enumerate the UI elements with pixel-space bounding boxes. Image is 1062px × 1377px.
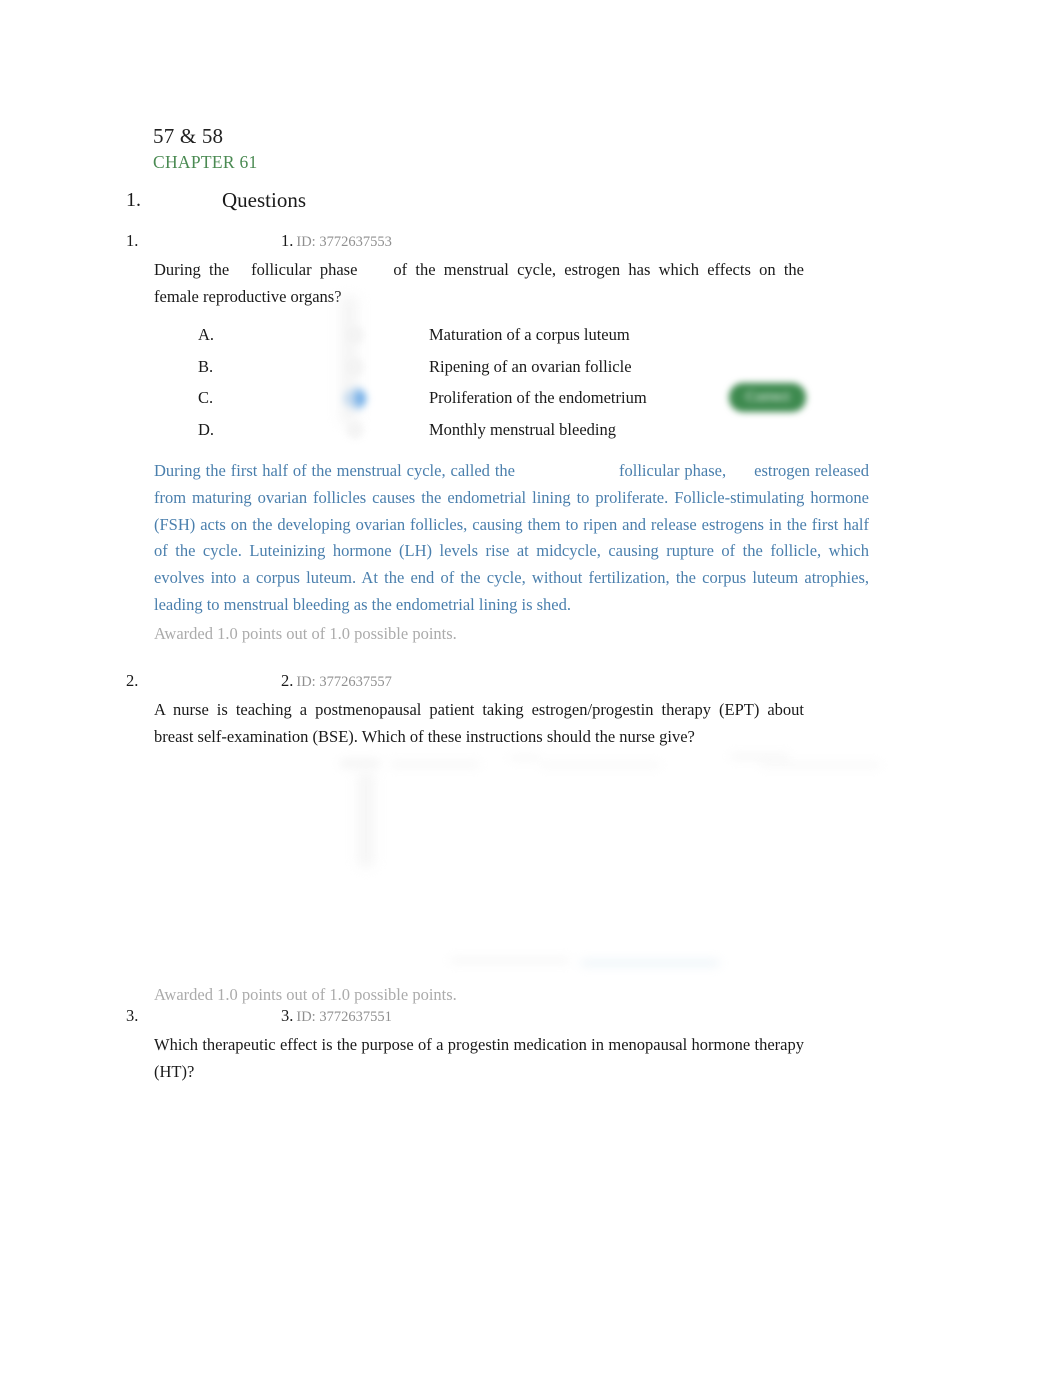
question-1-outer-number: 1. (126, 231, 139, 250)
section-title: Questions (222, 188, 306, 212)
question-block-3: 3. 3. ID: 3772637551 Which therapeutic eff… (126, 1005, 956, 1085)
question-3-text: Which therapeutic effect is the purpose … (154, 1035, 804, 1081)
status-badge-correct: Correct (729, 383, 807, 412)
explanation-emphasis: follicular phase, (619, 461, 727, 480)
question-2-outer-number: 2. (126, 671, 139, 690)
option-row-a[interactable]: A. Maturation of a corpus luteum (198, 322, 898, 354)
question-2-inner-number: 2. (281, 671, 294, 690)
question-1-text-emphasis: follicular phase (251, 260, 358, 279)
question-2-header: 2. 2. ID: 3772637557 (126, 670, 956, 692)
question-1-text: During the follicular phase of the menstru… (154, 257, 804, 310)
question-3-inner-number: 3. (281, 1006, 294, 1025)
question-1-text-part1: During the (154, 260, 230, 279)
question-1-id: ID: 3772637553 (296, 234, 392, 250)
section-heading: 1. Questions (126, 186, 926, 214)
option-row-b[interactable]: B. Ripening of an ovarian follicle (198, 354, 898, 386)
section-number: 1. (126, 189, 141, 211)
question-2-awarded-block: Awarded 1.0 points out of 1.0 possible p… (126, 980, 956, 1007)
option-text-c: Proliferation of the endometrium (429, 388, 647, 407)
chapter-label: CHAPTER 61 (153, 152, 258, 172)
redacted-answers-region (330, 752, 890, 977)
radio-button-d[interactable] (346, 420, 364, 439)
option-letter-c: C. (198, 388, 214, 407)
question-1-options: A. Maturation of a corpus luteum B. Ripe… (198, 322, 898, 448)
option-letter-a: A. (198, 325, 215, 344)
explanation-part1: During the first half of the menstrual c… (154, 461, 516, 480)
option-letter-b: B. (198, 356, 214, 376)
option-text-d: Monthly menstrual bleeding (429, 419, 616, 439)
option-text-b: Ripening of an ovarian follicle (429, 356, 632, 376)
option-row-d[interactable]: D. Monthly menstrual bleeding (198, 417, 898, 449)
explanation-part2: estrogen released from maturing ovarian … (154, 461, 870, 614)
radio-button-a[interactable] (346, 326, 364, 344)
question-1-explanation: During the first half of the menstrual c… (154, 458, 869, 619)
option-text-a: Maturation of a corpus luteum (429, 325, 630, 344)
question-1-inner-number: 1. (281, 231, 294, 250)
question-3-id: ID: 3772637551 (296, 1009, 392, 1025)
document-header: 57 & 58 CHAPTER 61 (153, 123, 913, 174)
question-2-id: ID: 3772637557 (296, 674, 392, 690)
document-page: 57 & 58 CHAPTER 61 1. Questions 1. 1. ID: 3… (0, 0, 1062, 1377)
question-3-outer-number: 3. (126, 1006, 139, 1025)
radio-button-b[interactable] (346, 357, 364, 376)
question-3-header: 3. 3. ID: 3772637551 (126, 1005, 956, 1027)
question-2-awarded: Awarded 1.0 points out of 1.0 possible p… (154, 985, 457, 1004)
radio-button-c-selected[interactable] (344, 387, 367, 410)
option-row-c[interactable]: C. Proliferation of the endometrium Corr… (198, 383, 898, 417)
option-letter-d: D. (198, 419, 215, 439)
question-block-1: 1. 1. ID: 3772637553 During the follicular … (126, 230, 956, 646)
question-1-awarded: Awarded 1.0 points out of 1.0 possible p… (154, 623, 457, 643)
page-title: 57 & 58 (153, 124, 224, 148)
question-2-text: A nurse is teaching a postmenopausal pat… (154, 700, 804, 746)
question-block-2: 2. 2. ID: 3772637557 A nurse is teaching a… (126, 670, 956, 750)
question-1-header: 1. 1. ID: 3772637553 (126, 230, 956, 252)
